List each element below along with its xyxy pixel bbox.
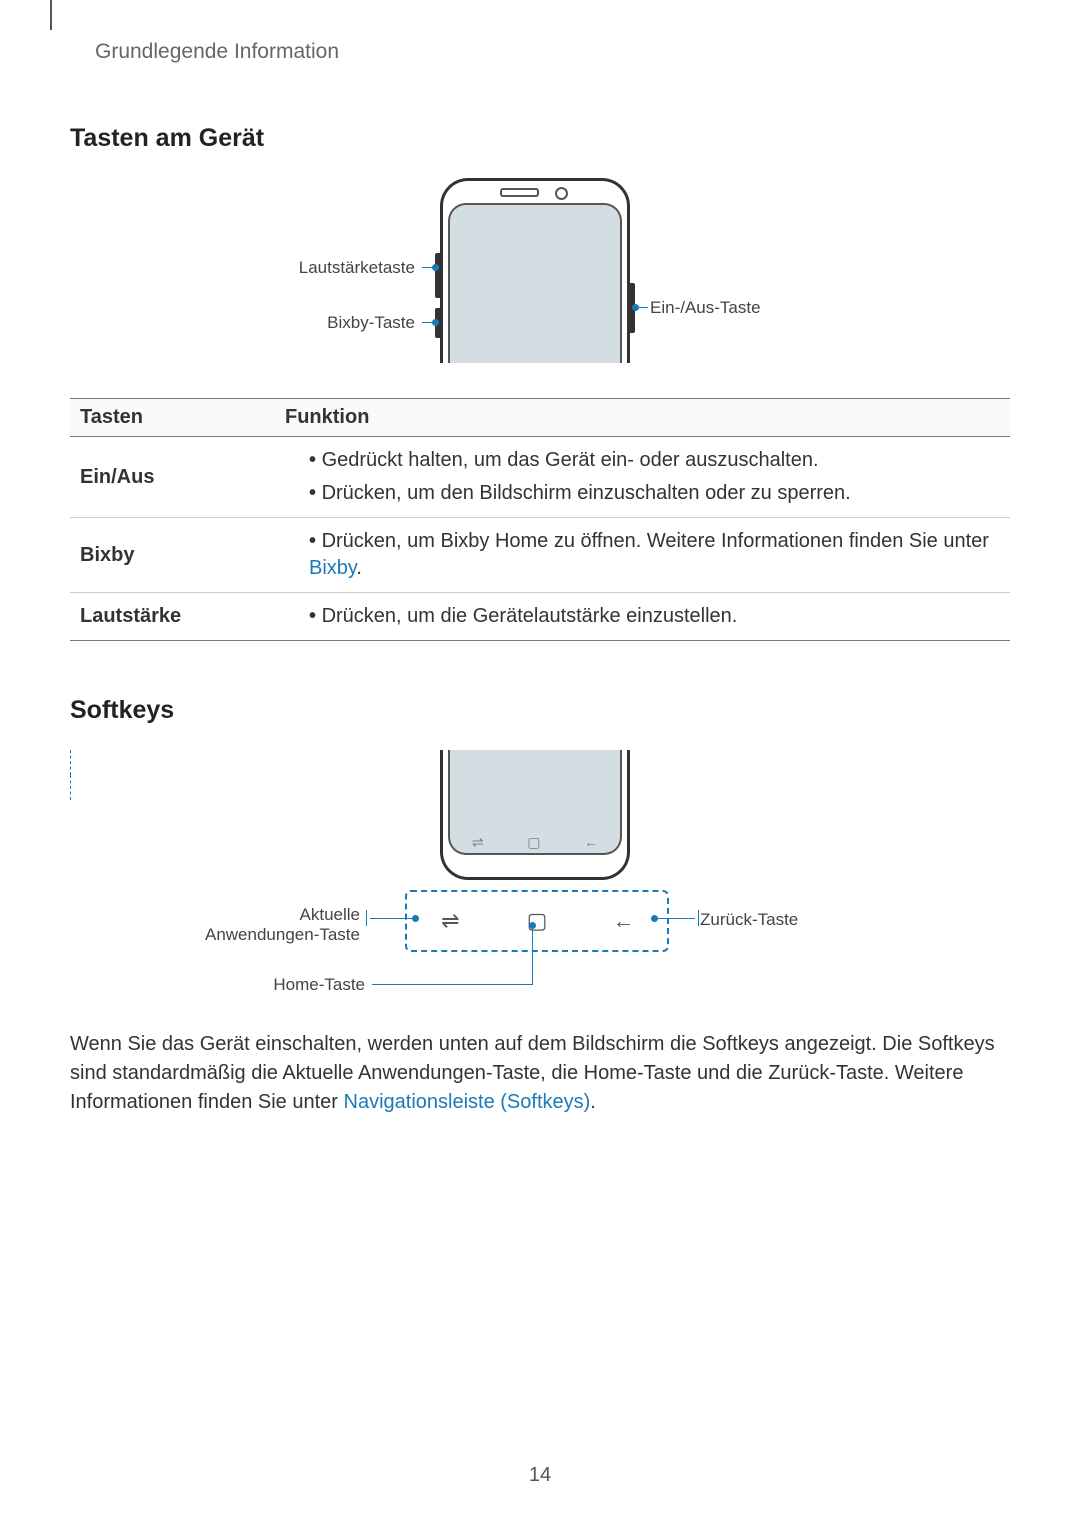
phone-bottom-illustration: ⇌ ▢ ←	[440, 750, 630, 880]
label-recents-key: Aktuelle Anwendungen-Taste	[180, 905, 360, 944]
leader-line	[422, 322, 435, 323]
leader-line	[366, 910, 367, 926]
leader-dot	[529, 922, 536, 929]
heading-keys: Tasten am Gerät	[70, 124, 1010, 153]
device-top-diagram: Lautstärketaste Bixby-Taste Ein-/Aus-Tas…	[70, 178, 1010, 378]
label-back-key: Zurück-Taste	[700, 910, 798, 930]
leader-line	[372, 984, 532, 985]
back-icon: ←	[584, 834, 598, 850]
page-number: 14	[0, 1464, 1080, 1487]
zoom-connector	[70, 750, 71, 775]
table-row: Lautstärke Drücken, um die Gerätelautstä…	[70, 593, 1010, 641]
cell-func: Drücken, um Bixby Home zu öffnen. Weiter…	[275, 518, 1010, 593]
label-bixby-key: Bixby-Taste	[225, 313, 415, 333]
home-icon: ▢	[527, 834, 540, 851]
page-edge-rule	[50, 0, 52, 30]
leader-line	[698, 910, 699, 926]
text: .	[590, 1091, 596, 1113]
leader-line	[370, 918, 415, 919]
recents-icon: ⇌	[472, 834, 484, 851]
heading-softkeys: Softkeys	[70, 696, 1010, 725]
breadcrumb: Grundlegende Information	[95, 40, 1010, 64]
cell-key: Lautstärke	[70, 593, 275, 641]
cell-key: Ein/Aus	[70, 437, 275, 518]
home-icon: ▢	[507, 908, 567, 934]
leader-line	[422, 267, 435, 268]
cell-func: Gedrückt halten, um das Gerät ein- oder …	[275, 437, 1010, 518]
navbar-small: ⇌ ▢ ←	[450, 831, 620, 853]
leader-line	[655, 918, 695, 919]
text: Anwendungen-Taste	[205, 925, 360, 944]
back-icon: ←	[594, 908, 654, 934]
link-bixby[interactable]: Bixby	[309, 557, 356, 579]
navbar-zoom: ⇌ ▢ ←	[405, 890, 669, 952]
cell-key: Bixby	[70, 518, 275, 593]
link-navbar[interactable]: Navigationsleiste (Softkeys)	[344, 1091, 591, 1113]
text: .	[356, 557, 362, 579]
text: Drücken, um Bixby Home zu öffnen. Weiter…	[322, 530, 989, 552]
table-row: Bixby Drücken, um Bixby Home zu öffnen. …	[70, 518, 1010, 593]
phone-top-illustration	[440, 178, 630, 363]
label-volume-key: Lautstärketaste	[225, 258, 415, 278]
text: Aktuelle	[300, 905, 360, 924]
label-power-key: Ein-/Aus-Taste	[650, 298, 761, 318]
keys-table: Tasten Funktion Ein/Aus Gedrückt halten,…	[70, 398, 1010, 641]
th-key: Tasten	[70, 399, 275, 437]
zoom-connector	[70, 775, 71, 800]
recents-icon: ⇌	[420, 908, 480, 934]
func-item: Drücken, um die Gerätelautstärke einzust…	[309, 600, 1000, 633]
table-row: Ein/Aus Gedrückt halten, um das Gerät ei…	[70, 437, 1010, 518]
label-home-key: Home-Taste	[265, 975, 365, 995]
th-function: Funktion	[275, 399, 1010, 437]
leader-line	[532, 925, 533, 985]
softkey-diagram: ⇌ ▢ ← ⇌ ▢ ← Aktuelle Anwendungen-Taste Z…	[70, 750, 1010, 1010]
func-item: Drücken, um Bixby Home zu öffnen. Weiter…	[309, 525, 1000, 585]
func-item: Gedrückt halten, um das Gerät ein- oder …	[309, 444, 1000, 477]
softkey-paragraph: Wenn Sie das Gerät einschalten, werden u…	[70, 1030, 1010, 1117]
cell-func: Drücken, um die Gerätelautstärke einzust…	[275, 593, 1010, 641]
leader-line	[636, 307, 648, 308]
func-item: Drücken, um den Bildschirm einzuschalten…	[309, 477, 1000, 510]
